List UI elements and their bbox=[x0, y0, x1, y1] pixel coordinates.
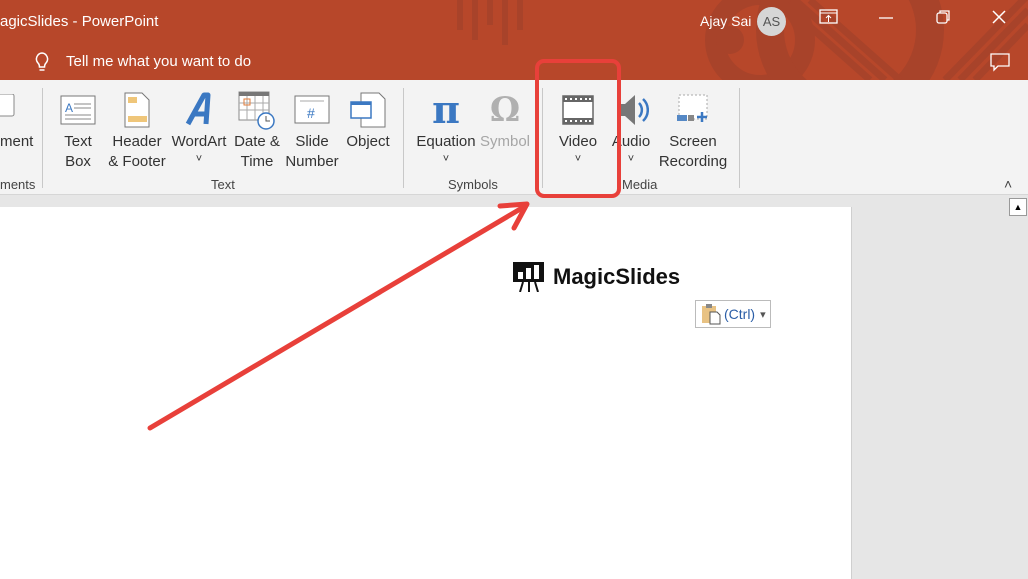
label: Screen bbox=[669, 133, 717, 150]
chevron-down-icon: ˅ bbox=[195, 153, 203, 165]
object-icon bbox=[350, 92, 386, 128]
partial-icon bbox=[0, 94, 15, 117]
divider bbox=[542, 88, 543, 188]
label: Equation bbox=[416, 133, 476, 150]
film-icon bbox=[562, 95, 594, 125]
label: Symbol bbox=[479, 133, 531, 150]
user-name[interactable]: Ajay Sai bbox=[700, 13, 751, 29]
label: WordArt bbox=[171, 133, 227, 150]
label: Time bbox=[240, 153, 274, 170]
audio-button[interactable]: Audio ˅ bbox=[608, 88, 654, 166]
partial-group-label: ments bbox=[0, 177, 36, 192]
title-bar: agicSlides - PowerPoint Tell me what you… bbox=[0, 0, 1028, 80]
video-button[interactable]: Video ˅ bbox=[553, 88, 603, 166]
label: Object bbox=[346, 133, 390, 150]
text-box-button[interactable]: A Text Box bbox=[56, 88, 100, 172]
ribbon-display-options-icon[interactable] bbox=[819, 8, 839, 26]
close-icon[interactable] bbox=[991, 8, 1007, 26]
chevron-down-icon: ˅ bbox=[574, 153, 582, 165]
label: Text bbox=[64, 133, 92, 150]
label: Video bbox=[558, 133, 598, 150]
svg-text:#: # bbox=[307, 105, 315, 121]
label: Box bbox=[65, 153, 91, 170]
slide-canvas[interactable] bbox=[0, 207, 852, 579]
minimize-icon[interactable] bbox=[878, 8, 894, 26]
symbol-button[interactable]: Ω Symbol bbox=[479, 88, 531, 152]
clipboard-icon bbox=[702, 304, 721, 325]
media-group-label: Media bbox=[622, 177, 658, 192]
ribbon: ment ments A Text Box Header & Footer Word… bbox=[0, 80, 1028, 195]
dropdown-caret-icon: ▾ bbox=[760, 308, 766, 321]
equation-button[interactable]: π Equation ˅ bbox=[414, 88, 478, 166]
tell-me-search[interactable]: Tell me what you want to do bbox=[66, 53, 251, 70]
magicslides-logo: MagicSlides bbox=[513, 262, 680, 292]
text-box-icon: A bbox=[60, 95, 96, 125]
scroll-up-button[interactable]: ▲ bbox=[1009, 198, 1027, 216]
wordart-icon bbox=[185, 92, 211, 126]
wordart-button[interactable]: WordArt ˅ bbox=[170, 88, 228, 166]
header-footer-icon bbox=[124, 92, 150, 128]
slide-number-icon: # bbox=[294, 95, 330, 124]
label: Slide bbox=[295, 133, 329, 150]
slide-number-button[interactable]: # Slide Number bbox=[284, 88, 340, 172]
logo-text: MagicSlides bbox=[553, 264, 681, 289]
date-time-button[interactable]: Date & Time bbox=[230, 88, 284, 172]
speaker-icon bbox=[619, 95, 649, 125]
object-button[interactable]: Object bbox=[344, 88, 392, 152]
symbols-group-label: Symbols bbox=[448, 177, 498, 192]
comments-icon[interactable] bbox=[990, 52, 1010, 72]
collapse-ribbon-button[interactable]: ˄ bbox=[1004, 176, 1012, 192]
paste-label: (Ctrl) bbox=[724, 306, 756, 322]
label: Number bbox=[285, 153, 339, 170]
label: Header bbox=[112, 133, 162, 150]
presentation-board-icon bbox=[513, 262, 544, 292]
vertical-scrollbar[interactable] bbox=[1008, 196, 1028, 579]
screen-recording-button[interactable]: Screen Recording bbox=[656, 88, 730, 172]
restore-icon[interactable] bbox=[935, 8, 951, 26]
label: Audio bbox=[611, 133, 651, 150]
avatar[interactable]: AS bbox=[757, 7, 786, 36]
svg-text:A: A bbox=[65, 101, 73, 115]
pi-icon: π bbox=[432, 87, 460, 132]
partial-item[interactable]: ment bbox=[0, 132, 33, 152]
divider bbox=[739, 88, 740, 188]
text-group-label: Text bbox=[211, 177, 235, 192]
divider bbox=[403, 88, 404, 188]
window-title: agicSlides - PowerPoint bbox=[0, 13, 159, 30]
divider bbox=[42, 88, 43, 188]
header-footer-button[interactable]: Header & Footer bbox=[105, 88, 169, 172]
chevron-down-icon: ˅ bbox=[442, 153, 450, 165]
lightbulb-icon bbox=[35, 52, 49, 71]
chevron-down-icon: ˅ bbox=[627, 153, 635, 165]
label: & Footer bbox=[108, 153, 166, 170]
label: Recording bbox=[658, 153, 728, 170]
omega-icon: Ω bbox=[489, 90, 521, 130]
screen-recording-icon bbox=[677, 94, 708, 122]
paste-options-button[interactable]: (Ctrl) ▾ bbox=[695, 300, 771, 328]
label: Date & bbox=[234, 133, 280, 150]
calendar-clock-icon bbox=[238, 91, 275, 130]
